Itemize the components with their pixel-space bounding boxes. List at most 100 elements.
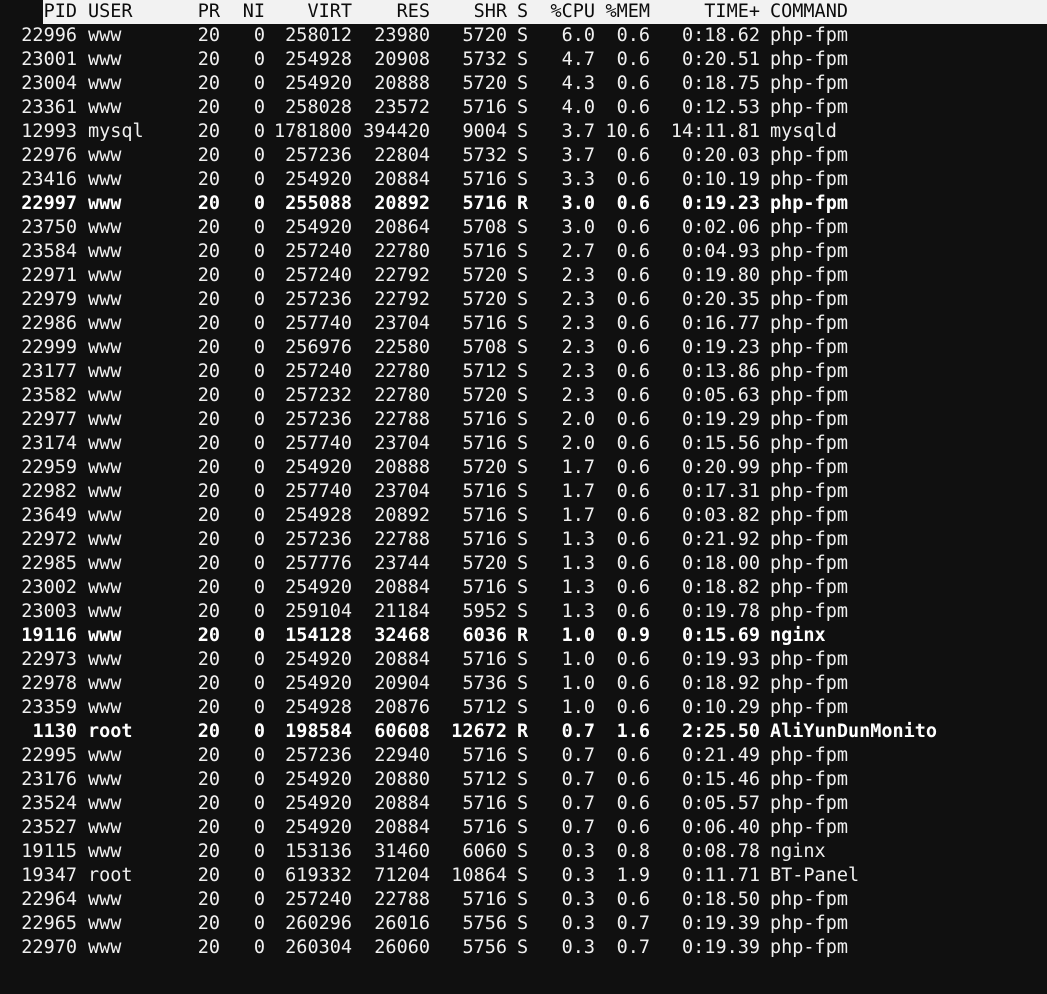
cpu-cell: 2.3	[561, 265, 595, 286]
res-cell: 32468	[374, 625, 430, 646]
cpu-cell: 6.0	[561, 25, 595, 46]
time-cell: 0:19.39	[682, 913, 760, 934]
state-cell: S	[517, 769, 529, 790]
virt-cell: 254928	[285, 697, 352, 718]
header-command: COMMAND	[770, 1, 848, 22]
time-cell: 0:21.49	[682, 745, 760, 766]
shr-cell: 9004	[462, 121, 507, 142]
shr-cell: 10864	[451, 865, 507, 886]
header-pr: PR	[197, 1, 220, 22]
mem-cell: 0.6	[616, 265, 650, 286]
command-cell: php-fpm	[770, 169, 848, 190]
pid-cell: 22971	[21, 265, 77, 286]
cpu-cell: 1.3	[561, 529, 595, 550]
user-cell: www	[88, 889, 122, 910]
priority-cell: 20	[197, 73, 220, 94]
pid-cell: 22986	[21, 313, 77, 334]
shr-cell: 5716	[462, 745, 507, 766]
mem-cell: 0.6	[616, 697, 650, 718]
res-cell: 22780	[374, 361, 430, 382]
mem-cell: 0.6	[616, 889, 650, 910]
command-cell: nginx	[770, 841, 826, 862]
cpu-cell: 0.3	[561, 841, 595, 862]
res-cell: 394420	[363, 121, 430, 142]
priority-cell: 20	[197, 433, 220, 454]
state-cell: S	[517, 289, 529, 310]
state-cell: S	[517, 385, 529, 406]
mem-cell: 0.7	[616, 913, 650, 934]
state-cell: S	[517, 49, 529, 70]
state-cell: R	[517, 721, 529, 742]
command-cell: php-fpm	[770, 745, 848, 766]
mem-cell: 0.6	[616, 25, 650, 46]
command-cell: php-fpm	[770, 769, 848, 790]
time-cell: 0:18.50	[682, 889, 760, 910]
pid-cell: 19347	[21, 865, 77, 886]
mem-cell: 0.6	[616, 385, 650, 406]
time-cell: 0:08.78	[682, 841, 760, 862]
pid-cell: 22997	[21, 193, 77, 214]
user-cell: www	[88, 769, 122, 790]
res-cell: 23744	[374, 553, 430, 574]
cpu-cell: 0.3	[561, 913, 595, 934]
pid-cell: 22982	[21, 481, 77, 502]
virt-cell: 153136	[285, 841, 352, 862]
priority-cell: 20	[197, 721, 220, 742]
virt-cell: 257232	[285, 385, 352, 406]
priority-cell: 20	[197, 457, 220, 478]
user-cell: www	[88, 577, 122, 598]
user-cell: www	[88, 553, 122, 574]
res-cell: 71204	[374, 865, 430, 886]
shr-cell: 5720	[462, 385, 507, 406]
virt-cell: 257236	[285, 745, 352, 766]
res-cell: 20888	[374, 73, 430, 94]
res-cell: 22792	[374, 289, 430, 310]
time-cell: 0:15.46	[682, 769, 760, 790]
state-cell: S	[517, 745, 529, 766]
priority-cell: 20	[197, 409, 220, 430]
command-cell: php-fpm	[770, 97, 848, 118]
command-cell: mysqld	[770, 121, 837, 142]
priority-cell: 20	[197, 817, 220, 838]
terminal-window[interactable]: PID USER PR NI VIRT RES SHR S %CPU %MEM …	[0, 0, 1047, 994]
virt-cell: 198584	[285, 721, 352, 742]
priority-cell: 20	[197, 913, 220, 934]
state-cell: S	[517, 529, 529, 550]
res-cell: 23704	[374, 313, 430, 334]
time-cell: 0:13.86	[682, 361, 760, 382]
time-cell: 0:05.57	[682, 793, 760, 814]
nice-cell: 0	[253, 457, 265, 478]
priority-cell: 20	[197, 145, 220, 166]
command-cell: php-fpm	[770, 265, 848, 286]
mem-cell: 0.6	[616, 409, 650, 430]
command-cell: php-fpm	[770, 913, 848, 934]
res-cell: 22788	[374, 409, 430, 430]
nice-cell: 0	[253, 409, 265, 430]
virt-cell: 254920	[285, 169, 352, 190]
nice-cell: 0	[253, 49, 265, 70]
state-cell: R	[517, 625, 529, 646]
time-cell: 0:03.82	[682, 505, 760, 526]
time-cell: 0:16.77	[682, 313, 760, 334]
res-cell: 23980	[374, 25, 430, 46]
virt-cell: 256976	[285, 337, 352, 358]
mem-cell: 0.9	[616, 625, 650, 646]
command-cell: php-fpm	[770, 553, 848, 574]
command-cell: php-fpm	[770, 697, 848, 718]
shr-cell: 5712	[462, 361, 507, 382]
virt-cell: 254920	[285, 457, 352, 478]
priority-cell: 20	[197, 337, 220, 358]
state-cell: S	[517, 265, 529, 286]
state-cell: S	[517, 145, 529, 166]
time-cell: 0:15.69	[682, 625, 760, 646]
res-cell: 20884	[374, 649, 430, 670]
nice-cell: 0	[253, 745, 265, 766]
priority-cell: 20	[197, 649, 220, 670]
priority-cell: 20	[197, 217, 220, 238]
user-cell: www	[88, 745, 122, 766]
mem-cell: 0.6	[616, 673, 650, 694]
nice-cell: 0	[253, 721, 265, 742]
shr-cell: 5720	[462, 289, 507, 310]
nice-cell: 0	[253, 697, 265, 718]
mem-cell: 0.6	[616, 73, 650, 94]
